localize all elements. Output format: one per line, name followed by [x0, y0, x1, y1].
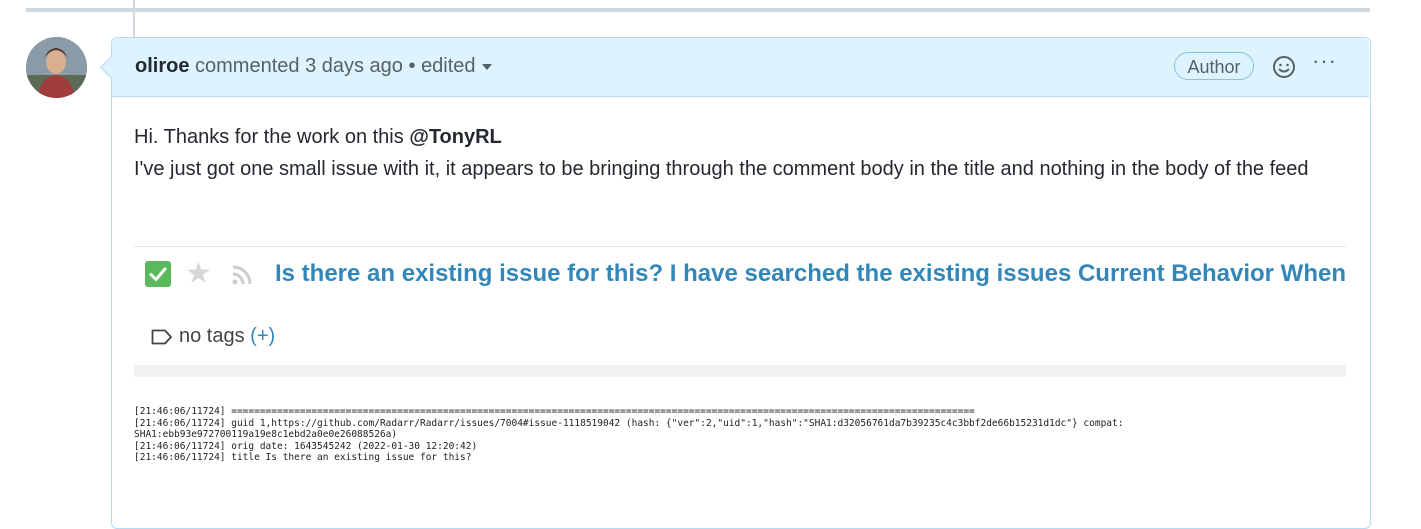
- chevron-down-icon: [481, 63, 492, 70]
- user-mention[interactable]: @TonyRL: [409, 126, 501, 148]
- author-link[interactable]: oliroe: [135, 55, 189, 77]
- tag-icon: [151, 328, 173, 351]
- star-icon[interactable]: ★: [185, 259, 212, 289]
- log-output: [21:46:06/11724] =======================…: [134, 406, 1346, 464]
- edited-label: edited: [421, 55, 476, 77]
- comment-text: Hi. Thanks for the work on this: [134, 126, 410, 148]
- add-tag-link[interactable]: (+): [250, 325, 275, 347]
- comment-body: Hi. Thanks for the work on this @TonyRL …: [134, 121, 1349, 185]
- comment-line-1: Hi. Thanks for the work on this @TonyRL: [134, 121, 1349, 153]
- checkbox-checked-icon[interactable]: [145, 261, 171, 287]
- timeline-top-rule: [26, 8, 1370, 12]
- separator-dot: •: [408, 55, 416, 77]
- author-badge: Author: [1174, 52, 1254, 80]
- smiley-icon[interactable]: [1272, 55, 1296, 79]
- comment-header: oliroe commented 3 days ago • edited Aut…: [112, 38, 1369, 97]
- log-line: [21:46:06/11724] guid 1,https://github.c…: [134, 417, 1124, 429]
- log-line: [21:46:06/11724] =======================…: [134, 406, 975, 417]
- log-line: [21:46:06/11724] title Is there an exist…: [134, 452, 472, 463]
- comment-meta: oliroe commented 3 days ago • edited: [135, 55, 492, 78]
- tags-row: no tags (+): [151, 325, 275, 351]
- log-line: [21:46:06/11724] orig date: 1643545242 (…: [134, 440, 478, 452]
- timeline-line: [133, 0, 135, 38]
- edited-dropdown[interactable]: edited: [421, 55, 492, 77]
- feed-item-title[interactable]: Is there an existing issue for this? I h…: [275, 258, 1346, 290]
- log-line: SHA1:ebb93e972700119a19e8c1ebd2a0e0e2608…: [134, 429, 398, 440]
- tags-label: no tags: [179, 325, 245, 347]
- rss-icon[interactable]: [230, 263, 254, 287]
- feed-divider: [134, 365, 1346, 377]
- comment-timestamp[interactable]: commented 3 days ago: [195, 55, 403, 77]
- avatar[interactable]: [26, 37, 87, 98]
- more-options-button[interactable]: ···: [1312, 48, 1337, 74]
- comment-line-2: I've just got one small issue with it, i…: [134, 158, 1309, 180]
- embedded-screenshot: ★ Is there an existing issue for this? I…: [134, 246, 1346, 507]
